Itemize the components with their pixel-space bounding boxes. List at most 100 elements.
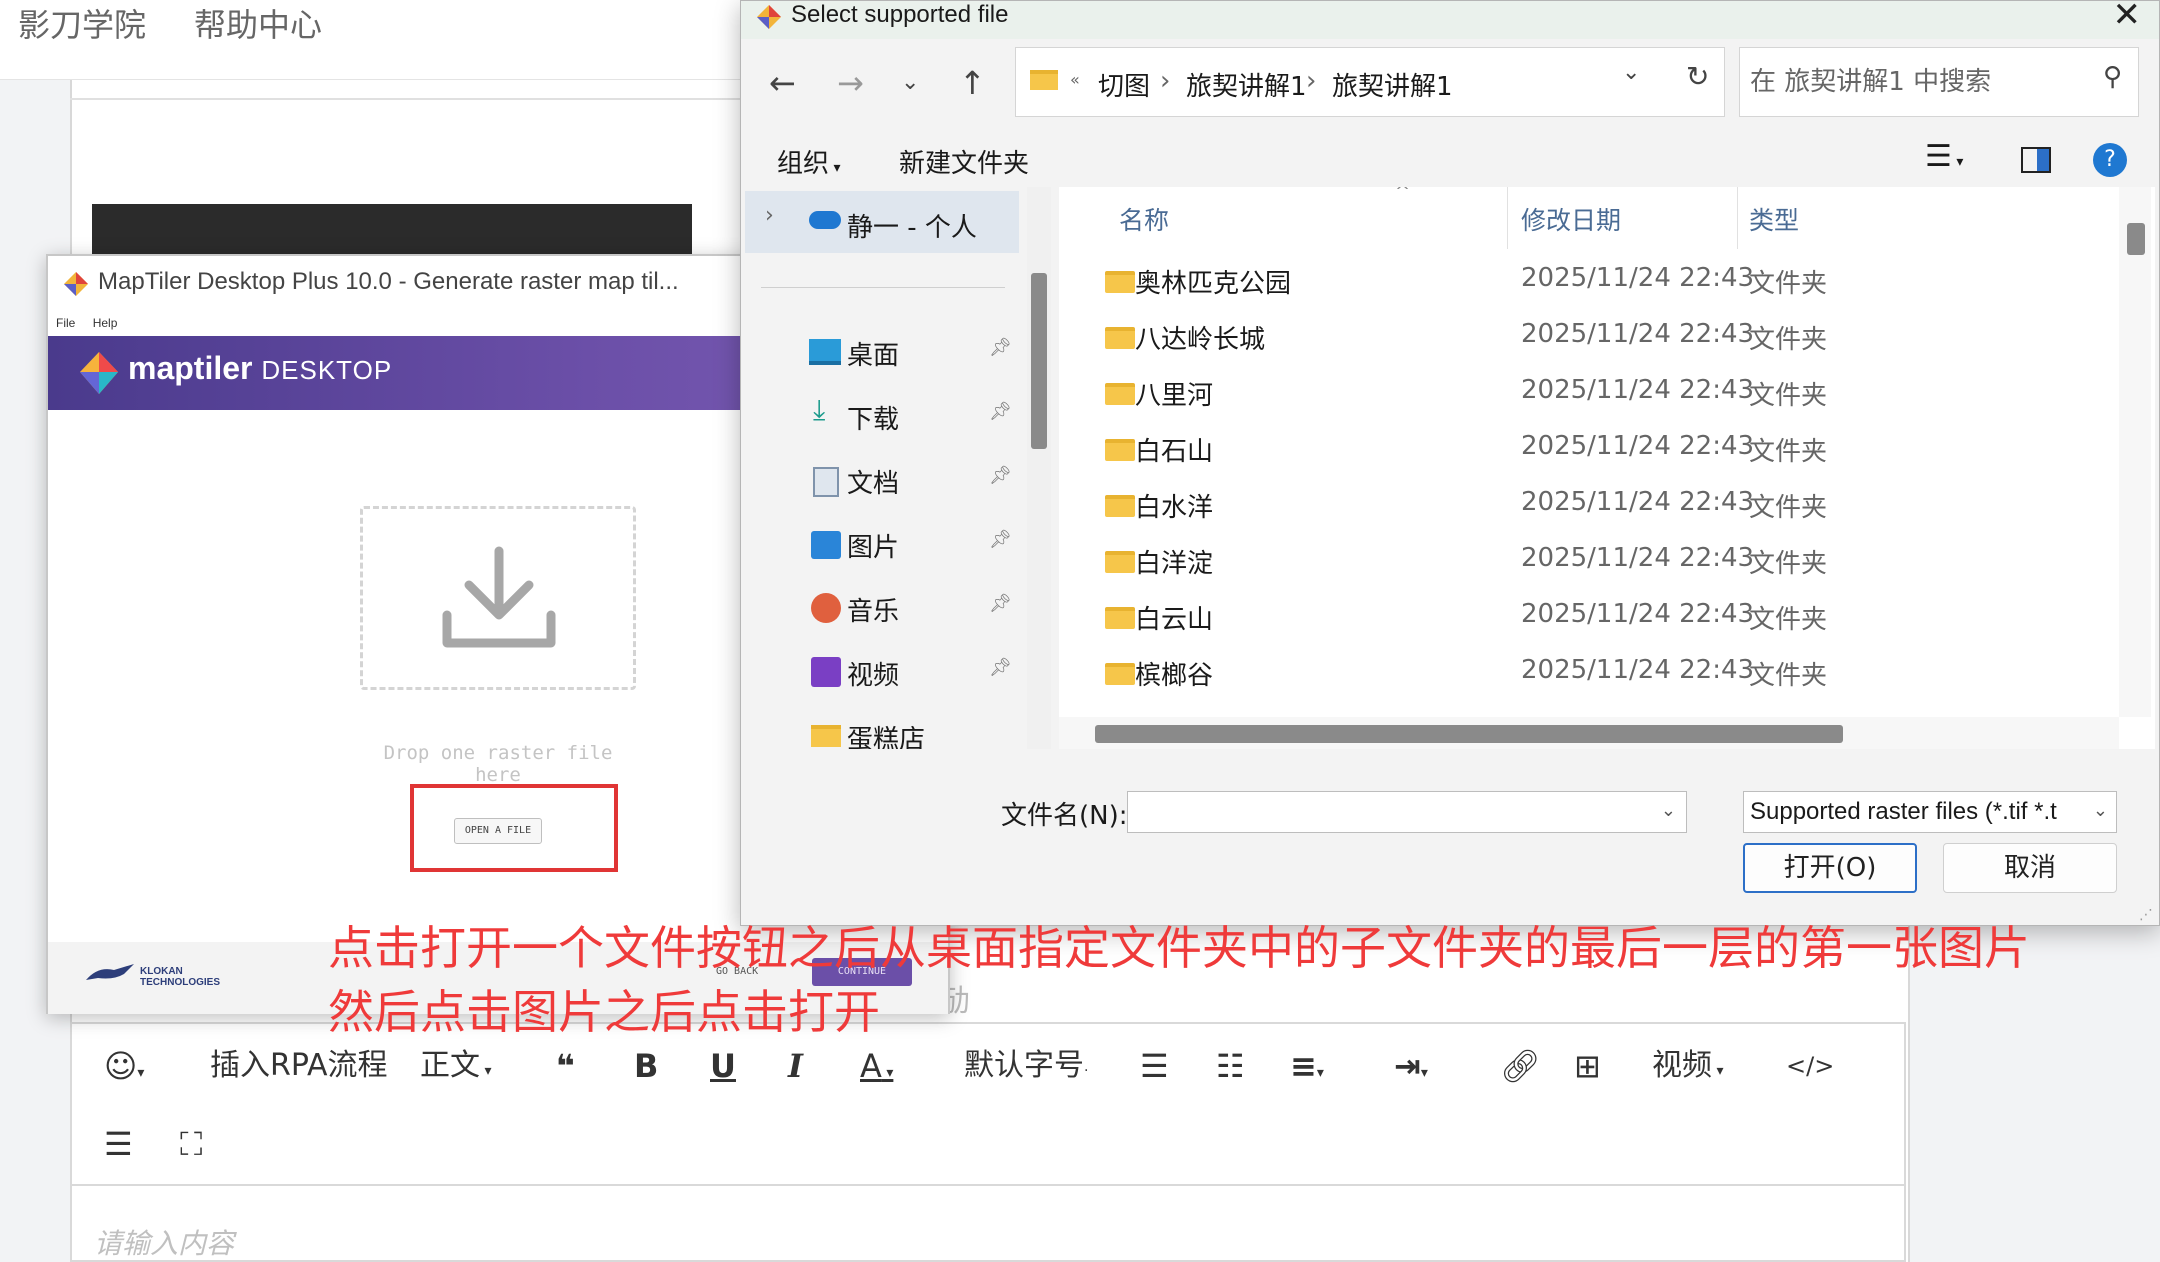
resize-grip-icon[interactable]: ⋰ [2139, 907, 2153, 923]
filename-input[interactable] [1132, 796, 1652, 828]
pin-icon[interactable]: 📌︎ [989, 337, 1012, 358]
nav-item-pictures[interactable]: 图片 [847, 527, 899, 564]
overflow-chevron-icon[interactable]: « [1070, 70, 1080, 89]
indent-icon[interactable]: ⇥▾ [1394, 1046, 1428, 1093]
address-dropdown-icon[interactable]: ⌄ [1622, 60, 1640, 85]
file-name: 白水洋 [1135, 493, 1214, 523]
nav-item-downloads[interactable]: 下载 [847, 399, 899, 436]
menu-help[interactable]: Help [93, 316, 118, 330]
filename-label: 文件名(N): [1001, 801, 1128, 831]
breadcrumb-item[interactable]: 旅契讲解1 [1332, 66, 1453, 103]
nav-item-cake-shop[interactable]: 蛋糕店 [847, 719, 925, 749]
image-icon[interactable]: ⊞ [1574, 1046, 1601, 1086]
chevron-down-icon[interactable]: ⌄ [2088, 800, 2108, 821]
up-arrow-icon[interactable]: ↑ [959, 63, 986, 103]
nav-item-documents[interactable]: 文档 [847, 463, 899, 500]
font-size-label: 默认字号 [964, 1048, 1084, 1083]
menu-file[interactable]: File [56, 316, 75, 330]
vertical-scrollbar[interactable] [2119, 187, 2151, 717]
italic-button[interactable]: I [788, 1046, 803, 1086]
file-name: 白云山 [1135, 605, 1214, 635]
address-bar[interactable]: « 切图 › 旅契讲解1 › 旅契讲解1 ⌄ ↻ [1015, 47, 1725, 117]
file-list: ^ 名称 修改日期 类型 奥林匹克公园 2025/11/24 22:43 文件夹… [1059, 187, 2155, 749]
preview-pane-icon[interactable] [2021, 147, 2051, 173]
filetype-select[interactable]: Supported raster files (*.tif *.t ⌄ [1743, 791, 2117, 833]
brand-name: maptiler [128, 350, 253, 386]
organize-label: 组织 [777, 149, 830, 179]
folder-icon [1105, 607, 1135, 629]
fullscreen-icon[interactable]: ⛶ [180, 1124, 202, 1164]
pin-icon[interactable]: 📌︎ [989, 593, 1012, 614]
search-input[interactable] [1750, 62, 2090, 102]
breadcrumb-item[interactable]: 切图 [1098, 66, 1150, 103]
recent-dropdown-icon[interactable]: ⌄ [901, 63, 919, 103]
align-icon[interactable]: ≡▾ [1290, 1046, 1324, 1093]
vertical-scrollbar-thumb[interactable] [2127, 223, 2145, 255]
organize-menu[interactable]: 组织 ▾ [777, 143, 841, 180]
horizontal-scrollbar-thumb[interactable] [1095, 725, 1843, 743]
pin-icon[interactable]: 📌︎ [989, 401, 1012, 422]
emoji-button[interactable]: ☺▾ [104, 1046, 144, 1093]
file-row[interactable]: 白石山 2025/11/24 22:43 文件夹 [1059, 421, 2119, 477]
close-icon[interactable]: ✕ [2113, 0, 2142, 35]
pin-icon[interactable]: 📌︎ [989, 529, 1012, 550]
breadcrumb-item[interactable]: 旅契讲解1 [1186, 66, 1307, 103]
column-separator[interactable] [1737, 187, 1738, 249]
column-header-date[interactable]: 修改日期 [1521, 201, 1621, 237]
maptiler-brand-icon [80, 352, 118, 394]
nav-link-help-center[interactable]: 帮助中心 [194, 0, 322, 46]
bullet-list-icon[interactable]: ☰ [1140, 1046, 1169, 1086]
file-row[interactable]: 白云山 2025/11/24 22:43 文件夹 [1059, 589, 2119, 645]
paragraph-settings-icon[interactable]: ☰ [104, 1124, 133, 1164]
sort-ascending-icon: ^ [1395, 187, 1411, 202]
column-separator[interactable] [1507, 187, 1508, 249]
rich-text-editor[interactable]: ☺▾ 插入RPA流程 正文 ▾ ❝ B U I A ▾ 默认字号· ☰ ☷ ≡▾… [70, 1022, 1906, 1262]
video-select[interactable]: 视频 ▾ [1652, 1046, 1723, 1091]
filename-combobox[interactable]: ⌄ [1127, 791, 1687, 833]
nav-item-desktop[interactable]: 桌面 [847, 335, 899, 372]
file-row[interactable]: 白水洋 2025/11/24 22:43 文件夹 [1059, 477, 2119, 533]
font-color-button[interactable]: A ▾ [860, 1046, 893, 1093]
file-row[interactable]: 槟榔谷 2025/11/24 22:43 文件夹 [1059, 645, 2119, 701]
font-size-select[interactable]: 默认字号· [964, 1046, 1088, 1091]
nav-item-videos[interactable]: 视频 [847, 655, 899, 692]
numbered-list-icon[interactable]: ☷ [1216, 1046, 1245, 1086]
refresh-icon[interactable]: ↻ [1686, 60, 1709, 93]
help-icon[interactable]: ? [2093, 143, 2127, 177]
open-file-button[interactable]: OPEN A FILE [454, 818, 542, 844]
drop-zone[interactable] [360, 506, 636, 690]
insert-rpa-button[interactable]: 插入RPA流程 [210, 1046, 388, 1086]
column-header-type[interactable]: 类型 [1749, 201, 1799, 237]
search-icon[interactable]: ⚲ [2103, 62, 2122, 92]
view-options-icon[interactable]: ☰ ▾ [1925, 139, 1963, 174]
chevron-down-icon[interactable]: ⌄ [1661, 800, 1676, 821]
new-folder-button[interactable]: 新建文件夹 [899, 143, 1029, 180]
link-icon[interactable]: 🔗︎ [1500, 1046, 1541, 1086]
paragraph-select-label: 正文 [420, 1048, 480, 1083]
file-row[interactable]: 白洋淀 2025/11/24 22:43 文件夹 [1059, 533, 2119, 589]
file-date: 2025/11/24 22:43 [1521, 487, 1755, 517]
bold-button[interactable]: B [634, 1046, 658, 1086]
file-row[interactable]: 八里河 2025/11/24 22:43 文件夹 [1059, 365, 2119, 421]
quote-button[interactable]: ❝ [556, 1046, 575, 1086]
nav-scrollbar[interactable] [1027, 187, 1051, 749]
folder-icon [1105, 495, 1135, 517]
search-box[interactable]: ⚲ [1739, 47, 2139, 117]
nav-link-academy[interactable]: 影刀学院 [18, 0, 146, 46]
file-row[interactable]: 八达岭长城 2025/11/24 22:43 文件夹 [1059, 309, 2119, 365]
forward-arrow-icon[interactable]: → [837, 63, 864, 103]
paragraph-select[interactable]: 正文 ▾ [420, 1046, 491, 1091]
nav-item-music[interactable]: 音乐 [847, 591, 899, 628]
code-button[interactable]: </> [1786, 1046, 1834, 1086]
nav-item-onedrive[interactable]: 静一 - 个人 [847, 207, 977, 244]
back-arrow-icon[interactable]: ← [769, 63, 796, 103]
pin-icon[interactable]: 📌︎ [989, 657, 1012, 678]
nav-scrollbar-thumb[interactable] [1031, 273, 1047, 449]
open-button[interactable]: 打开(O) [1743, 843, 1917, 893]
expand-chevron-icon[interactable]: › [765, 203, 774, 228]
pin-icon[interactable]: 📌︎ [989, 465, 1012, 486]
underline-button[interactable]: U [710, 1046, 736, 1086]
file-row[interactable]: 奥林匹克公园 2025/11/24 22:43 文件夹 [1059, 253, 2119, 309]
cancel-button[interactable]: 取消 [1943, 843, 2117, 893]
column-header-name[interactable]: 名称 [1119, 201, 1169, 237]
